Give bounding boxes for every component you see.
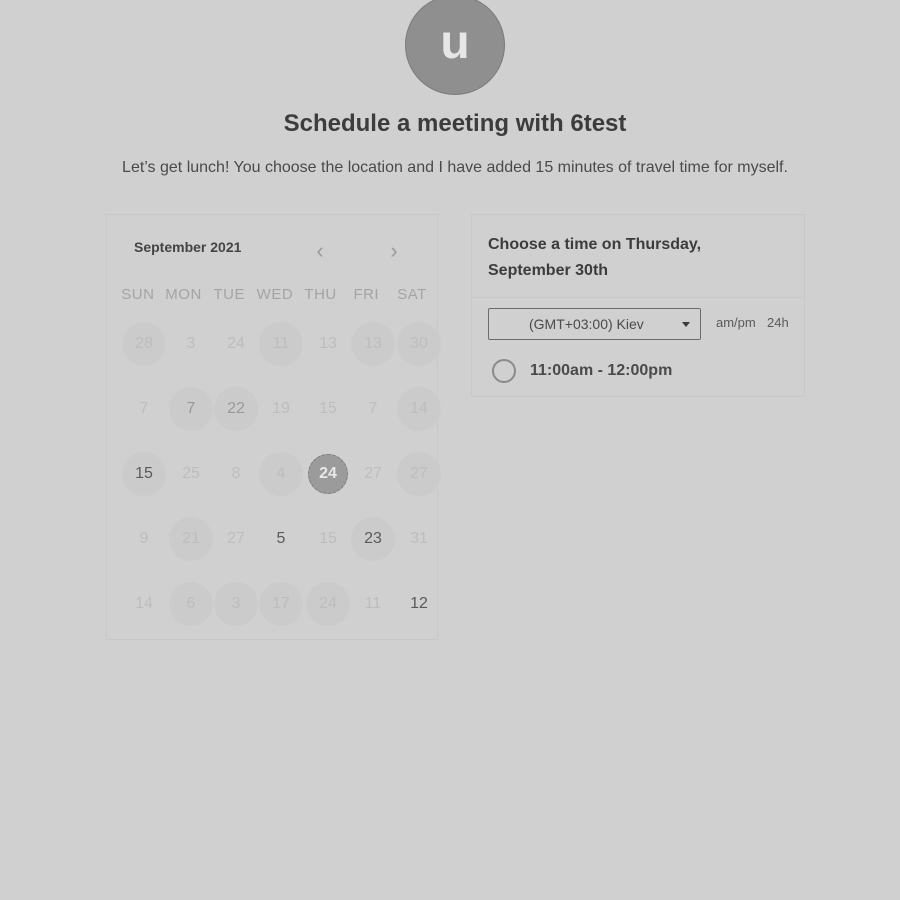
time-slot-radio[interactable] xyxy=(492,359,516,383)
calendar-day[interactable]: 7 xyxy=(169,387,213,431)
calendar-day[interactable]: 27 xyxy=(351,452,395,496)
24h-toggle[interactable]: 24h xyxy=(767,315,789,330)
caret-down-icon xyxy=(682,322,690,327)
time-panel-heading: Choose a time on Thursday, September 30t… xyxy=(488,236,702,279)
calendar-day[interactable]: 7 xyxy=(122,387,166,431)
calendar-day[interactable]: 28 xyxy=(122,322,166,366)
chevron-right-icon[interactable]: › xyxy=(382,238,406,264)
meeting-description: Let’s get lunch! You choose the location… xyxy=(122,159,788,176)
calendar-day[interactable]: 15 xyxy=(306,387,350,431)
calendar-day[interactable]: 21 xyxy=(169,517,213,561)
chevron-left-icon[interactable]: ‹ xyxy=(308,238,332,264)
calendar-day[interactable]: 31 xyxy=(397,517,441,561)
calendar-day[interactable]: 7 xyxy=(351,387,395,431)
calendar-day[interactable]: 27 xyxy=(214,517,258,561)
calendar-day[interactable]: 13 xyxy=(306,322,350,366)
calendar-month-label: September 2021 xyxy=(134,239,242,255)
calendar-day[interactable]: 23 xyxy=(351,517,395,561)
calendar-day[interactable]: 22 xyxy=(214,387,258,431)
weekday-label: THU xyxy=(304,286,337,303)
calendar-day[interactable]: 27 xyxy=(397,452,441,496)
weekday-label: SUN xyxy=(121,286,155,303)
divider xyxy=(472,297,804,298)
avatar-letter: u xyxy=(440,15,470,69)
weekday-label: TUE xyxy=(213,286,245,303)
calendar-day[interactable]: 8 xyxy=(214,452,258,496)
calendar-day[interactable]: 5 xyxy=(259,517,303,561)
timezone-select[interactable]: (GMT+03:00) Kiev xyxy=(488,308,701,340)
host-avatar: u xyxy=(405,0,505,95)
calendar-day[interactable]: 12 xyxy=(397,582,441,626)
calendar-day[interactable]: 6 xyxy=(169,582,213,626)
calendar-day[interactable]: 17 xyxy=(259,582,303,626)
calendar-day[interactable]: 3 xyxy=(214,582,258,626)
ampm-toggle[interactable]: am/pm xyxy=(716,315,756,330)
page-title: Schedule a meeting with 6test xyxy=(283,110,627,137)
calendar-day[interactable]: 9 xyxy=(122,517,166,561)
calendar-day[interactable]: 30 xyxy=(397,322,441,366)
calendar-day[interactable]: 15 xyxy=(122,452,166,496)
calendar-day-selected[interactable]: 24 xyxy=(308,454,348,494)
calendar-day[interactable]: 11 xyxy=(259,322,303,366)
calendar-day[interactable]: 13 xyxy=(351,322,395,366)
calendar-day[interactable]: 14 xyxy=(397,387,441,431)
calendar-day[interactable]: 24 xyxy=(306,582,350,626)
calendar-day[interactable]: 14 xyxy=(122,582,166,626)
weekday-label: SAT xyxy=(397,286,427,303)
weekday-label: FRI xyxy=(353,286,380,303)
calendar-day[interactable]: 4 xyxy=(259,452,303,496)
calendar-day[interactable]: 24 xyxy=(214,322,258,366)
timezone-value: (GMT+03:00) Kiev xyxy=(529,316,644,332)
calendar-day[interactable]: 11 xyxy=(351,582,395,626)
calendar-day[interactable]: 25 xyxy=(169,452,213,496)
calendar-day[interactable]: 19 xyxy=(259,387,303,431)
weekday-header: SUN MON TUE WED THU FRI SAT xyxy=(115,286,435,303)
weekday-label: MON xyxy=(165,286,202,303)
calendar-day[interactable]: 3 xyxy=(169,322,213,366)
time-slot-label[interactable]: 11:00am - 12:00pm xyxy=(530,362,672,380)
calendar-day[interactable]: 15 xyxy=(306,517,350,561)
weekday-label: WED xyxy=(256,286,294,303)
